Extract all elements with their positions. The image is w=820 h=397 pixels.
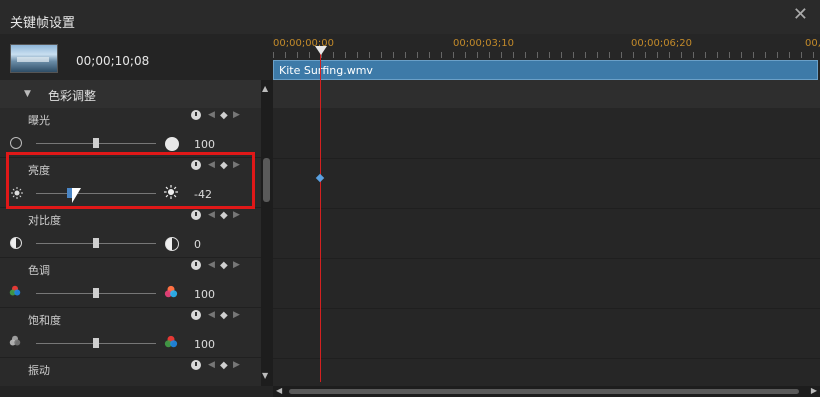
param-hue: 色调 ◀ ◆ ▶ 100 bbox=[0, 258, 261, 308]
ruler-ticks bbox=[273, 52, 820, 58]
add-keyframe-icon[interactable]: ◆ bbox=[220, 360, 228, 371]
highlight-box bbox=[6, 152, 255, 209]
add-keyframe-icon[interactable]: ◆ bbox=[220, 110, 228, 121]
param-value: 0 bbox=[194, 238, 201, 251]
param-label: 对比度 bbox=[28, 214, 61, 227]
param-saturation: 饱和度 ◀ ◆ ▶ 100 bbox=[0, 308, 261, 358]
keyframe-controls: ◀ ◆ ▶ bbox=[191, 110, 251, 122]
scroll-right-icon[interactable]: ▶ bbox=[811, 386, 817, 395]
timeline-row[interactable] bbox=[273, 308, 820, 359]
timeline-row[interactable] bbox=[273, 158, 820, 209]
add-keyframe-icon[interactable]: ◆ bbox=[220, 210, 228, 221]
close-icon[interactable]: ✕ bbox=[793, 4, 808, 25]
timeline-row[interactable] bbox=[273, 208, 820, 259]
slider-thumb[interactable] bbox=[93, 238, 99, 248]
prev-keyframe-icon[interactable]: ◀ bbox=[208, 110, 215, 120]
time-ruler[interactable]: 00;00;00;00 00;00;03;10 00;00;06;20 00, bbox=[273, 34, 820, 60]
clip-name: Kite Surfing.wmv bbox=[279, 64, 373, 77]
scroll-up-icon[interactable]: ▲ bbox=[262, 84, 268, 93]
param-value: 100 bbox=[194, 138, 215, 151]
param-contrast: 对比度 ◀ ◆ ▶ 0 bbox=[0, 208, 261, 258]
contrast-icon bbox=[10, 237, 22, 249]
param-label: 色调 bbox=[28, 264, 50, 277]
scroll-down-icon[interactable]: ▼ bbox=[262, 371, 268, 380]
next-keyframe-icon[interactable]: ▶ bbox=[233, 110, 240, 120]
scroll-thumb[interactable] bbox=[263, 158, 270, 202]
ruler-tick-label: 00, bbox=[805, 38, 820, 49]
slider-thumb[interactable] bbox=[93, 138, 99, 148]
slider-thumb[interactable] bbox=[93, 338, 99, 348]
section-label: 色彩调整 bbox=[48, 89, 97, 103]
gray-circles-icon bbox=[9, 335, 21, 346]
rgb-circles-icon bbox=[164, 285, 178, 298]
circle-empty-icon bbox=[10, 137, 22, 149]
mouse-cursor-icon bbox=[72, 188, 81, 203]
slider-thumb[interactable] bbox=[93, 288, 99, 298]
playhead-handle[interactable] bbox=[315, 46, 327, 55]
stopwatch-icon[interactable] bbox=[191, 210, 201, 220]
rgb-circles-icon bbox=[164, 335, 178, 348]
keyframe-controls: ◀ ◆ ▶ bbox=[191, 260, 251, 272]
parameter-panel: ▼ 色彩调整 曝光 ◀ ◆ ▶ 100 亮度 ◀ ◆ ▶ -42 对比度 ◀ ◆… bbox=[0, 80, 261, 386]
ruler-tick-label: 00;00;06;20 bbox=[631, 38, 693, 49]
keyframe-controls: ◀ ◆ ▶ bbox=[191, 360, 251, 372]
stopwatch-icon[interactable] bbox=[191, 260, 201, 270]
add-keyframe-icon[interactable]: ◆ bbox=[220, 260, 228, 271]
circle-full-icon bbox=[165, 137, 179, 151]
horizontal-scrollbar[interactable]: ◀ ▶ bbox=[273, 386, 820, 397]
keyframe-timeline[interactable]: 00;00;00;00 00;00;03;10 00;00;06;20 00, … bbox=[273, 34, 820, 386]
timeline-section-row bbox=[273, 80, 820, 108]
next-keyframe-icon[interactable]: ▶ bbox=[233, 360, 240, 370]
param-label: 曝光 bbox=[28, 114, 50, 127]
param-vibrance: 振动 ◀ ◆ ▶ bbox=[0, 358, 261, 386]
stopwatch-icon[interactable] bbox=[191, 310, 201, 320]
scroll-thumb[interactable] bbox=[289, 389, 799, 394]
section-header-color-adjust[interactable]: ▼ 色彩调整 bbox=[0, 80, 261, 108]
param-value: 100 bbox=[194, 338, 215, 351]
prev-keyframe-icon[interactable]: ◀ bbox=[208, 210, 215, 220]
next-keyframe-icon[interactable]: ▶ bbox=[233, 310, 240, 320]
contrast-icon bbox=[165, 237, 179, 251]
prev-keyframe-icon[interactable]: ◀ bbox=[208, 360, 215, 370]
param-value: 100 bbox=[194, 288, 215, 301]
next-keyframe-icon[interactable]: ▶ bbox=[233, 260, 240, 270]
stopwatch-icon[interactable] bbox=[191, 110, 201, 120]
rgb-circles-icon bbox=[9, 285, 21, 296]
title-bar: 关键帧设置 ✕ bbox=[0, 0, 820, 34]
window-title: 关键帧设置 bbox=[10, 16, 76, 31]
vertical-scrollbar[interactable]: ▲ ▼ bbox=[261, 80, 273, 386]
next-keyframe-icon[interactable]: ▶ bbox=[233, 210, 240, 220]
param-label: 振动 bbox=[28, 364, 50, 377]
prev-keyframe-icon[interactable]: ◀ bbox=[208, 260, 215, 270]
clip-timecode: 00;00;10;08 bbox=[76, 54, 150, 68]
prev-keyframe-icon[interactable]: ◀ bbox=[208, 310, 215, 320]
keyframe-controls: ◀ ◆ ▶ bbox=[191, 210, 251, 222]
collapse-arrow-icon[interactable]: ▼ bbox=[24, 89, 31, 99]
stopwatch-icon[interactable] bbox=[191, 360, 201, 370]
scroll-left-icon[interactable]: ◀ bbox=[276, 386, 282, 395]
param-label: 饱和度 bbox=[28, 314, 61, 327]
keyframe-settings-window: 关键帧设置 ✕ 00;00;10;08 ▼ 色彩调整 曝光 ◀ ◆ ▶ 100 bbox=[0, 0, 820, 397]
ruler-tick-label: 00;00;03;10 bbox=[453, 38, 515, 49]
clip-bar[interactable]: Kite Surfing.wmv bbox=[273, 60, 818, 80]
param-exposure: 曝光 ◀ ◆ ▶ 100 bbox=[0, 108, 261, 158]
playhead-line[interactable] bbox=[320, 52, 321, 382]
keyframe-controls: ◀ ◆ ▶ bbox=[191, 310, 251, 322]
clip-thumbnail bbox=[10, 44, 58, 73]
add-keyframe-icon[interactable]: ◆ bbox=[220, 310, 228, 321]
timeline-row[interactable] bbox=[273, 108, 820, 159]
timeline-row[interactable] bbox=[273, 258, 820, 309]
